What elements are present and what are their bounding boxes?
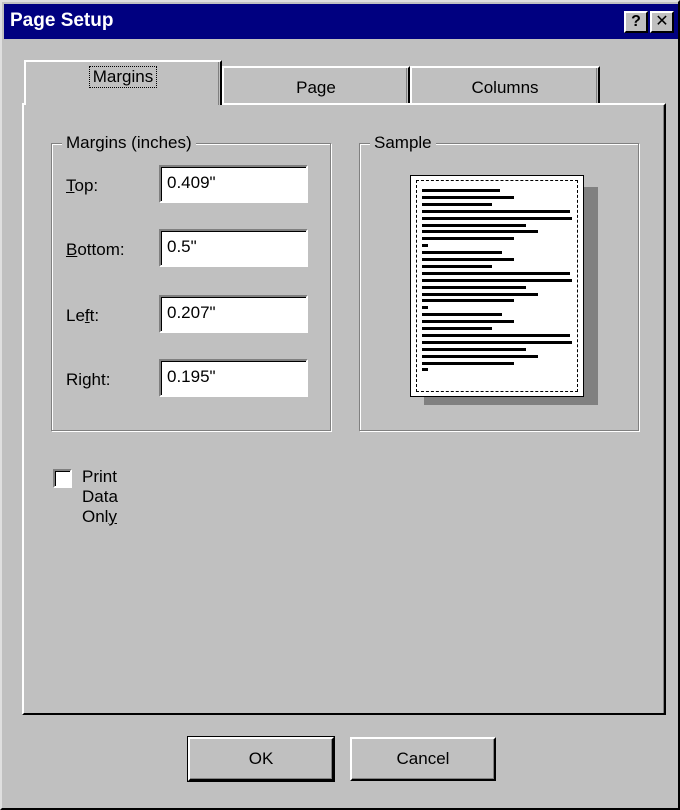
cancel-button[interactable]: Cancel xyxy=(350,737,496,781)
sample-page-preview xyxy=(410,175,584,397)
ok-button[interactable]: OK xyxy=(187,736,335,782)
sample-text-line xyxy=(422,368,428,372)
sample-text-line xyxy=(422,202,492,206)
sample-text-line xyxy=(422,251,502,255)
sample-text-line xyxy=(422,292,538,296)
left-label: Left: xyxy=(66,306,100,325)
sample-group-legend: Sample xyxy=(370,133,436,153)
sample-text-line xyxy=(422,299,514,303)
title-bar[interactable]: Page Setup ? ✕ xyxy=(4,4,678,39)
left-margin-input[interactable]: 0.207" xyxy=(159,295,308,333)
right-label: Right: xyxy=(66,370,111,389)
top-label: Top: xyxy=(66,176,99,195)
close-icon: ✕ xyxy=(655,13,669,30)
right-margin-input[interactable]: 0.195" xyxy=(159,359,308,397)
sample-text-line xyxy=(422,195,514,199)
sample-text-line xyxy=(422,258,514,261)
sample-text-line xyxy=(422,216,572,220)
bottom-label: Bottom: xyxy=(66,240,125,259)
sample-text-line xyxy=(422,340,572,344)
tab-columns[interactable]: Columns xyxy=(410,66,600,105)
sample-text-line xyxy=(422,354,538,358)
print-data-only-checkbox[interactable] xyxy=(53,469,72,488)
sample-text-line xyxy=(422,237,514,241)
top-margin-input[interactable]: 0.409" xyxy=(159,165,308,203)
sample-text-line xyxy=(422,333,570,337)
sample-margin-outline xyxy=(416,180,578,392)
tab-page[interactable]: Page xyxy=(222,66,410,105)
help-button[interactable]: ? xyxy=(624,11,648,33)
sample-text-line xyxy=(422,223,526,227)
print-data-only-label[interactable]: Print Data Only xyxy=(82,467,118,527)
margins-group-legend: Margins (inches) xyxy=(62,133,196,153)
sample-text-line xyxy=(422,313,502,317)
sample-text-line xyxy=(422,244,428,248)
sample-text-line xyxy=(422,306,428,310)
bottom-margin-input[interactable]: 0.5" xyxy=(159,229,308,267)
sample-text-line xyxy=(422,347,526,351)
close-button[interactable]: ✕ xyxy=(650,11,674,33)
tab-page-label: Page xyxy=(296,78,336,97)
sample-text-line xyxy=(422,271,570,275)
sample-text-line xyxy=(422,285,526,289)
dialog-title: Page Setup xyxy=(10,10,114,31)
sample-text-line xyxy=(422,361,514,365)
sample-text-line xyxy=(422,327,492,330)
sample-text-line xyxy=(422,278,572,282)
sample-text-line xyxy=(422,230,538,234)
tab-columns-label: Columns xyxy=(471,78,539,97)
tab-margins-label: Margins xyxy=(88,66,158,88)
help-icon: ? xyxy=(631,13,641,30)
sample-text-line xyxy=(422,264,492,268)
sample-text-line xyxy=(422,320,514,324)
tab-margins[interactable]: Margins xyxy=(24,60,222,105)
sample-text-line xyxy=(422,209,570,213)
sample-text-line xyxy=(422,189,500,192)
